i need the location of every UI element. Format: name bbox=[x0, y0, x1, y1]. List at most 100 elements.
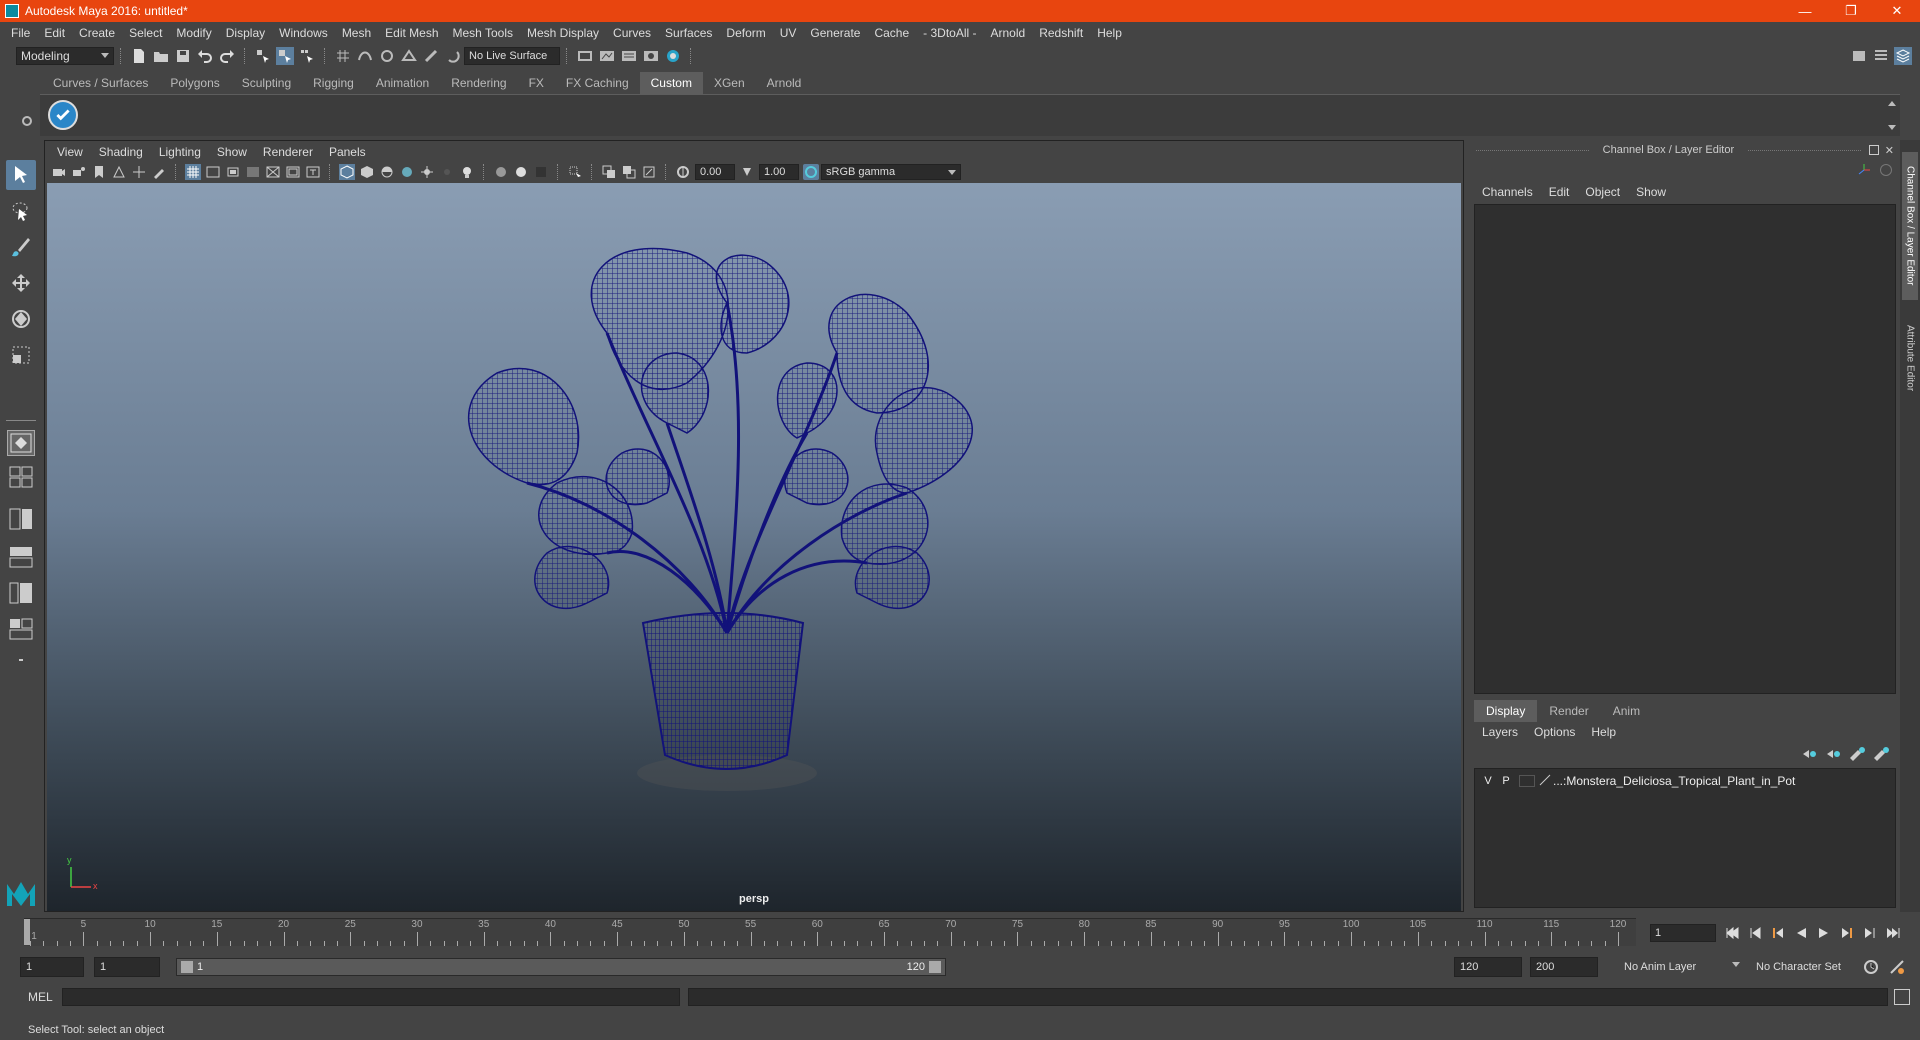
auto-key-icon[interactable] bbox=[1862, 958, 1880, 976]
two-view-side-layout-button[interactable] bbox=[7, 504, 35, 534]
image-plane-icon[interactable] bbox=[111, 164, 127, 180]
menu-cache[interactable]: Cache bbox=[867, 26, 916, 40]
2d-pan-zoom-icon[interactable] bbox=[131, 164, 147, 180]
menu-mesh-display[interactable]: Mesh Display bbox=[520, 26, 606, 40]
channel-menu-channels[interactable]: Channels bbox=[1474, 185, 1541, 199]
channel-menu-edit[interactable]: Edit bbox=[1541, 185, 1578, 199]
range-start-handle[interactable] bbox=[181, 961, 193, 973]
shelf-tab-fx[interactable]: FX bbox=[517, 72, 555, 94]
layer-row[interactable]: V P ...:Monstera_Deliciosa_Tropical_Plant_… bbox=[1479, 772, 1891, 790]
exposure-field[interactable]: 0.00 bbox=[695, 164, 735, 180]
go-to-end-button[interactable] bbox=[1883, 923, 1903, 943]
step-forward-key-button[interactable] bbox=[1837, 923, 1857, 943]
menu-set-dropdown[interactable]: Modeling bbox=[16, 47, 114, 65]
layer-edit-icon[interactable] bbox=[1539, 774, 1551, 789]
rotate-tool[interactable] bbox=[6, 304, 36, 334]
attribute-editor-side-tab[interactable]: Attribute Editor bbox=[1902, 308, 1918, 408]
layer-tab-display[interactable]: Display bbox=[1474, 700, 1538, 722]
toggle-attribute-editor-icon[interactable] bbox=[1872, 47, 1890, 65]
gamma-icon[interactable] bbox=[739, 164, 755, 180]
go-to-start-button[interactable] bbox=[1722, 923, 1742, 943]
menu-file[interactable]: File bbox=[4, 26, 37, 40]
render-settings-icon[interactable] bbox=[620, 47, 638, 65]
safe-title-icon[interactable] bbox=[305, 164, 321, 180]
play-forwards-button[interactable] bbox=[1814, 923, 1834, 943]
hypershade-icon[interactable] bbox=[642, 47, 660, 65]
layer-name[interactable]: ...:Monstera_Deliciosa_Tropical_Plant_in… bbox=[1553, 774, 1795, 788]
bookmark-icon[interactable] bbox=[91, 164, 107, 180]
wireframe-shading-icon[interactable] bbox=[339, 164, 355, 180]
open-scene-icon[interactable] bbox=[152, 47, 170, 65]
layer-menu-layers[interactable]: Layers bbox=[1474, 725, 1526, 739]
new-layer-selected-icon[interactable] bbox=[1872, 746, 1890, 762]
undo-icon[interactable] bbox=[196, 47, 214, 65]
grease-pencil-icon[interactable] bbox=[151, 164, 167, 180]
panel-menu-renderer[interactable]: Renderer bbox=[255, 145, 321, 159]
close-button[interactable]: ✕ bbox=[1874, 0, 1920, 22]
step-back-button[interactable] bbox=[1745, 923, 1765, 943]
textured-icon[interactable] bbox=[399, 164, 415, 180]
field-chart-icon[interactable] bbox=[265, 164, 281, 180]
shelf-tab-animation[interactable]: Animation bbox=[364, 72, 441, 94]
two-view-stacked-layout-button[interactable] bbox=[7, 544, 35, 570]
float-panel-icon[interactable] bbox=[1868, 145, 1879, 155]
lasso-tool[interactable] bbox=[6, 196, 36, 226]
channel-box-axis-icon[interactable] bbox=[1856, 162, 1872, 178]
resolution-gate-icon[interactable] bbox=[225, 164, 241, 180]
smooth-shade-icon[interactable] bbox=[359, 164, 375, 180]
channel-box-side-tab[interactable]: Channel Box / Layer Editor bbox=[1902, 152, 1918, 300]
shelf-tab-rendering[interactable]: Rendering bbox=[440, 72, 518, 94]
paint-select-tool[interactable] bbox=[6, 232, 36, 262]
animation-end-field[interactable]: 200 bbox=[1530, 957, 1598, 977]
move-layer-down-icon[interactable] bbox=[1824, 746, 1842, 762]
persp-viewport[interactable]: y x persp bbox=[47, 183, 1461, 911]
character-set-dropdown[interactable]: No Character Set bbox=[1752, 957, 1876, 977]
minimize-button[interactable]: — bbox=[1782, 0, 1828, 22]
motion-blur-icon[interactable] bbox=[513, 164, 529, 180]
select-camera-icon[interactable] bbox=[51, 164, 67, 180]
outliner-persp-layout-button[interactable] bbox=[7, 578, 35, 608]
step-forward-button[interactable] bbox=[1860, 923, 1880, 943]
shelf-tab-sculpting[interactable]: Sculpting bbox=[230, 72, 303, 94]
snap-view-plane-icon[interactable] bbox=[400, 47, 418, 65]
grid-toggle-icon[interactable] bbox=[185, 164, 201, 180]
new-empty-layer-icon[interactable] bbox=[1848, 746, 1866, 762]
shelf-tab-custom[interactable]: Custom bbox=[639, 72, 703, 94]
menu-mesh[interactable]: Mesh bbox=[335, 26, 378, 40]
layer-tab-anim[interactable]: Anim bbox=[1601, 700, 1652, 722]
gate-mask-icon[interactable] bbox=[245, 164, 261, 180]
shelf-tab-curves-surfaces[interactable]: Curves / Surfaces bbox=[42, 72, 160, 94]
menu-generate[interactable]: Generate bbox=[803, 26, 867, 40]
new-scene-icon[interactable] bbox=[130, 47, 148, 65]
shelf-scroll-up-icon[interactable] bbox=[1888, 101, 1896, 106]
xray-active-components-icon[interactable] bbox=[621, 164, 637, 180]
header-grip[interactable] bbox=[1476, 149, 1589, 151]
shelf-check-button[interactable] bbox=[48, 100, 78, 130]
scale-tool[interactable] bbox=[6, 340, 36, 370]
shelf-scroll-down-icon[interactable] bbox=[1888, 125, 1896, 130]
wireframe-on-shaded-icon[interactable] bbox=[379, 164, 395, 180]
menu-mesh-tools[interactable]: Mesh Tools bbox=[446, 26, 520, 40]
menu-3dtoall[interactable]: - 3DtoAll - bbox=[916, 26, 983, 40]
layer-menu-options[interactable]: Options bbox=[1526, 725, 1583, 739]
channel-menu-object[interactable]: Object bbox=[1577, 185, 1628, 199]
redo-icon[interactable] bbox=[218, 47, 236, 65]
move-tool[interactable] bbox=[6, 268, 36, 298]
channel-box-content[interactable] bbox=[1474, 204, 1896, 694]
snap-live-icon[interactable] bbox=[422, 47, 440, 65]
script-editor-icon[interactable] bbox=[1894, 989, 1910, 1005]
menu-display[interactable]: Display bbox=[219, 26, 272, 40]
current-frame-field[interactable]: 1 bbox=[1650, 924, 1716, 942]
menu-curves[interactable]: Curves bbox=[606, 26, 658, 40]
four-view-layout-button[interactable] bbox=[7, 464, 35, 490]
menu-create[interactable]: Create bbox=[72, 26, 122, 40]
range-end-handle[interactable] bbox=[929, 961, 941, 973]
menu-modify[interactable]: Modify bbox=[169, 26, 218, 40]
channel-box-settings-icon[interactable] bbox=[1880, 164, 1892, 176]
gamma-field[interactable]: 1.00 bbox=[759, 164, 799, 180]
xray-joints-icon[interactable] bbox=[641, 164, 657, 180]
shelf-tab-arnold[interactable]: Arnold bbox=[755, 72, 813, 94]
anim-layer-dropdown[interactable]: No Anim Layer bbox=[1620, 957, 1744, 977]
graph-persp-layout-button[interactable] bbox=[7, 616, 35, 642]
exposure-icon[interactable] bbox=[675, 164, 691, 180]
